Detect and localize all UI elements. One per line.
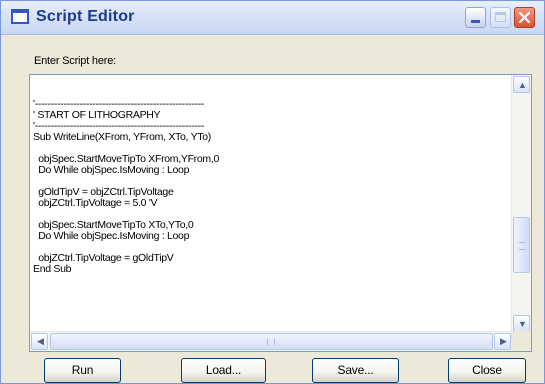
script-code[interactable]: '---------------------------------------… [33,88,506,333]
code-line: Do While objSpec.IsMoving : Loop [33,164,190,176]
chevron-left-icon: ◀ [37,336,44,346]
scroll-up-button[interactable]: ▲ [513,76,530,93]
minimize-button[interactable] [465,7,486,28]
run-button[interactable]: Run [44,358,121,383]
horizontal-scrollbar[interactable]: ◀ ▶ [30,331,512,351]
script-editor-window: Script Editor Enter Script here: '------… [0,0,545,384]
code-line: Do While objSpec.IsMoving : Loop [33,230,190,242]
load-button[interactable]: Load... [181,358,266,383]
scroll-right-button[interactable]: ▶ [494,333,511,350]
scroll-left-button[interactable]: ◀ [31,333,48,350]
chevron-right-icon: ▶ [500,336,507,346]
code-line: Sub WriteLine(XFrom, YFrom, XTo, YTo) [33,131,211,143]
code-line: objZCtrl.TipVoltage = gOldTipV [33,252,174,264]
save-button[interactable]: Save... [312,358,399,383]
window-icon [11,9,29,24]
code-line: objZCtrl.TipVoltage = 5.0 'V [33,197,158,209]
title-bar[interactable]: Script Editor [1,1,544,35]
maximize-button[interactable] [490,7,511,28]
window-title: Script Editor [36,8,135,25]
scrollbar-corner [511,331,531,351]
horizontal-scroll-thumb[interactable] [50,333,493,350]
script-prompt-label: Enter Script here: [34,55,116,67]
close-button[interactable]: Close [448,358,526,383]
vertical-scroll-thumb[interactable] [513,217,530,273]
close-window-button[interactable] [514,7,535,28]
script-text-area[interactable]: '---------------------------------------… [29,74,532,352]
code-line: End Sub [33,263,72,275]
close-icon [518,11,531,24]
scroll-down-button[interactable]: ▼ [513,315,530,332]
chevron-down-icon: ▼ [518,319,527,329]
vertical-scrollbar[interactable]: ▲ ▼ [511,75,531,333]
chevron-up-icon: ▲ [518,80,527,90]
